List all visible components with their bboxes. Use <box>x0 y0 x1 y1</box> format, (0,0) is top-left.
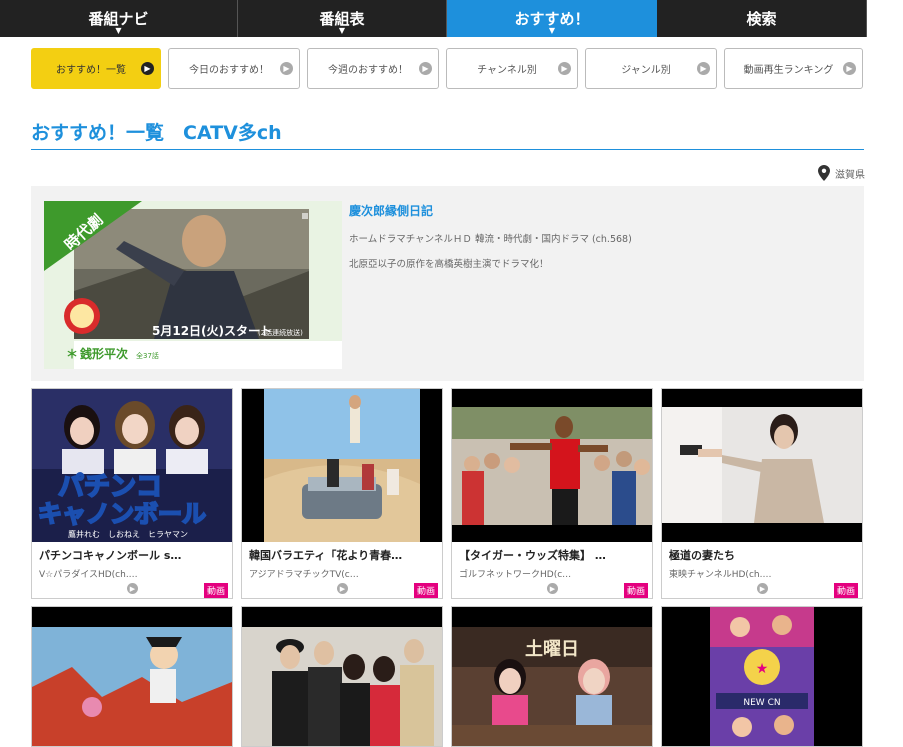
subtab-label: チャンネル別 <box>477 65 537 76</box>
drama-thumbnail-art <box>242 607 442 746</box>
superhero-network-label: NEW CN <box>743 698 780 708</box>
subtab-genre[interactable]: ジャンル別 ▶ <box>585 48 717 89</box>
top-nav: 番組ナビ ▼ 番組表 ▼ おすすめ！ ▼ 検索 <box>0 0 903 37</box>
program-title: 【タイガー・ウッズ特集】 … <box>459 549 606 562</box>
sub-tabs: おすすめ！一覧 ▶ 今日のおすすめ！ ▶ 今週のおすすめ！ ▶ チャンネル別 ▶… <box>31 48 863 89</box>
chevron-right-icon: ▶ <box>419 62 432 75</box>
featured-thumbnail[interactable]: 時代劇 5月12日(火)スタート (2話連続放送) ＊ 銭形平次 全37話 <box>44 201 342 369</box>
chevron-down-icon: ▼ <box>338 26 346 35</box>
featured-start-note: (2話連続放送) <box>258 328 303 337</box>
featured-show-name: 銭形平次 <box>79 346 128 361</box>
chevron-right-icon: ▶ <box>547 583 558 594</box>
region-selector[interactable]: 滋賀県 <box>818 165 865 181</box>
tab-recommended[interactable]: おすすめ！ ▼ <box>447 0 657 37</box>
chevron-right-icon: ▶ <box>280 62 293 75</box>
program-card[interactable]: 【タイガー・ウッズ特集】 … ゴルフネットワークHD(c… ▶ 動画 <box>451 388 653 599</box>
subtab-label: ジャンル別 <box>621 65 671 76</box>
program-card[interactable]: ★ NEW CN <box>661 606 863 747</box>
program-card[interactable] <box>31 606 233 747</box>
subtab-channel[interactable]: チャンネル別 ▶ <box>446 48 578 89</box>
program-channel: V☆パラダイスHD(ch.… <box>39 570 138 580</box>
chevron-right-icon: ▶ <box>757 583 768 594</box>
chevron-right-icon: ▶ <box>843 62 856 75</box>
program-card[interactable]: 極道の妻たち 東映チャンネルHD(ch.… ▶ 動画 <box>661 388 863 599</box>
chevron-right-icon: ▶ <box>141 62 154 75</box>
featured-program: 時代劇 5月12日(火)スタート (2話連続放送) ＊ 銭形平次 全37話 慶次… <box>31 186 864 381</box>
variety-title-text: 土曜日 <box>525 639 579 660</box>
program-thumbnail: パチンコ キャノンボール 鷹井れむ しおねえ ヒラヤマン <box>32 389 232 542</box>
featured-channel-info: ホームドラマチャンネルＨＤ 韓流・時代劇・国内ドラマ (ch.568) <box>349 234 632 245</box>
program-card[interactable]: 韓国バラエティ「花より青春… アジアドラマチックTV(c… ▶ 動画 <box>241 388 443 599</box>
program-channel: 東映チャンネルHD(ch.… <box>669 570 772 580</box>
subtab-label: 動画再生ランキング <box>743 65 834 76</box>
video-badge: 動画 <box>203 583 228 598</box>
featured-title[interactable]: 慶次郎縁側日記 <box>349 202 433 219</box>
program-title: パチンコキャノンボール s… <box>39 549 182 562</box>
subtab-today[interactable]: 今日のおすすめ！ ▶ <box>168 48 300 89</box>
chevron-right-icon: ▶ <box>558 62 571 75</box>
chevron-down-icon: ▼ <box>548 26 556 35</box>
subtab-ranking[interactable]: 動画再生ランキング ▶ <box>724 48 863 89</box>
superhero-girls-thumbnail-art: ★ NEW CN <box>662 607 862 746</box>
tab-bangumi-navi[interactable]: 番組ナビ ▼ <box>0 0 238 37</box>
program-channel: アジアドラマチックTV(c… <box>249 570 359 580</box>
tab-search[interactable]: 検索 <box>657 0 867 37</box>
video-badge: 動画 <box>413 583 438 598</box>
video-badge: 動画 <box>833 583 858 598</box>
pachinko-logo-line2: キャノンボール <box>38 500 206 528</box>
location-pin-icon <box>818 165 830 181</box>
featured-thumbnail-art: 時代劇 5月12日(火)スタート (2話連続放送) ＊ 銭形平次 全37話 <box>44 201 342 369</box>
program-channel: ゴルフネットワークHD(c… <box>459 570 572 580</box>
golf-thumbnail-art <box>452 389 652 542</box>
tab-program-guide[interactable]: 番組表 ▼ <box>238 0 447 37</box>
nav-spacer <box>867 0 903 37</box>
gokudo-thumbnail-art <box>662 389 862 542</box>
anime-thumbnail-art <box>32 607 232 746</box>
variety-thumbnail-art: 土曜日 <box>452 607 652 746</box>
page-title: おすすめ！一覧 CATV多ch <box>31 118 864 150</box>
program-thumbnail <box>242 389 442 542</box>
tab-label: 検索 <box>746 10 777 28</box>
desert-thumbnail-art <box>242 389 442 542</box>
chevron-right-icon: ▶ <box>127 583 138 594</box>
program-card[interactable]: パチンコ キャノンボール 鷹井れむ しおねえ ヒラヤマン パチンコキャノンボール… <box>31 388 233 599</box>
featured-start-date: 5月12日(火)スタート <box>152 324 272 338</box>
chevron-down-icon: ▼ <box>115 26 122 35</box>
program-title: 極道の妻たち <box>669 549 735 562</box>
svg-text:＊: ＊ <box>66 347 78 361</box>
program-thumbnail <box>662 389 862 542</box>
svg-text:★: ★ <box>756 661 769 677</box>
subtab-week[interactable]: 今週のおすすめ！ ▶ <box>307 48 439 89</box>
subtab-label: 今週のおすすめ！ <box>328 65 408 76</box>
subtab-label: おすすめ！一覧 <box>56 65 126 76</box>
program-card[interactable] <box>241 606 443 747</box>
program-title: 韓国バラエティ「花より青春… <box>249 549 403 562</box>
chevron-right-icon: ▶ <box>337 583 348 594</box>
subtab-all[interactable]: おすすめ！一覧 ▶ <box>31 48 161 89</box>
pachinko-logo-line1: パチンコ <box>58 472 162 502</box>
subtab-label: 今日のおすすめ！ <box>189 65 269 76</box>
program-thumbnail <box>452 389 652 542</box>
video-badge: 動画 <box>623 583 648 598</box>
region-label: 滋賀県 <box>835 169 865 181</box>
pachinko-cast-names: 鷹井れむ しおねえ ヒラヤマン <box>68 529 188 539</box>
program-card[interactable]: 土曜日 <box>451 606 653 747</box>
featured-description: 北原亞以子の原作を高橋英樹主演でドラマ化！ <box>349 259 549 270</box>
chevron-right-icon: ▶ <box>697 62 710 75</box>
pachinko-thumbnail-art: パチンコ キャノンボール 鷹井れむ しおねえ ヒラヤマン <box>32 389 232 542</box>
featured-episodes: 全37話 <box>136 351 159 360</box>
